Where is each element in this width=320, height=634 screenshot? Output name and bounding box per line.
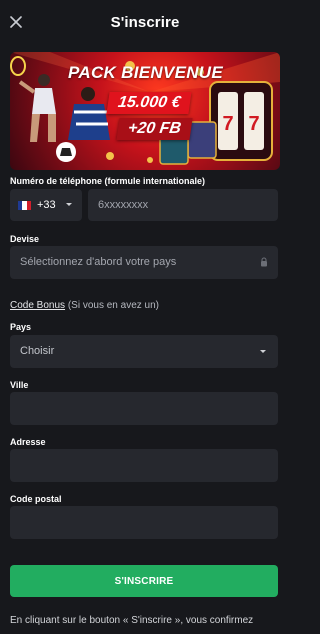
city-label: Ville xyxy=(10,380,29,390)
postal-code-input[interactable] xyxy=(10,506,278,539)
bonus-code-link[interactable]: Code Bonus xyxy=(10,300,65,311)
currency-label: Devise xyxy=(10,234,40,244)
france-flag-icon xyxy=(18,200,31,210)
banner-amount: 15.000 € xyxy=(106,92,192,114)
svg-text:7: 7 xyxy=(222,113,233,135)
terms-text: En cliquant sur le bouton « S'inscrire »… xyxy=(10,615,254,626)
chevron-down-icon xyxy=(66,203,72,206)
postal-code-label: Code postal xyxy=(10,494,62,504)
lock-icon xyxy=(261,257,267,267)
country-label: Pays xyxy=(10,322,32,332)
address-label: Adresse xyxy=(10,437,46,447)
register-button[interactable]: S'INSCRIRE xyxy=(10,565,278,597)
phone-input[interactable]: 6xxxxxxxx xyxy=(88,189,278,221)
bonus-code-note: (Si vous en avez un) xyxy=(67,300,159,311)
address-input[interactable] xyxy=(10,449,278,482)
page-title: S'inscrire xyxy=(110,13,180,31)
country-select[interactable]: Choisir xyxy=(10,335,278,368)
header: S'inscrire xyxy=(0,0,290,44)
country-code-select[interactable]: +33 xyxy=(10,189,82,221)
close-icon[interactable] xyxy=(6,11,26,33)
banner-free-bets: +20 FB xyxy=(116,118,193,140)
phone-placeholder: 6xxxxxxxx xyxy=(98,199,149,211)
banner-title: PACK BIENVENUE xyxy=(68,63,224,82)
svg-text:7: 7 xyxy=(248,113,259,135)
promo-banner[interactable]: 7 7 PACK BIENVENUE 15.000 € +20 FB xyxy=(10,52,280,170)
city-input[interactable] xyxy=(10,392,278,425)
chevron-down-icon xyxy=(260,350,266,353)
country-code-value: +33 xyxy=(37,199,56,211)
currency-select[interactable]: Sélectionnez d'abord votre pays xyxy=(10,246,278,279)
bonus-code-row: Code Bonus (Si vous en avez un) xyxy=(10,300,159,311)
country-select-value: Choisir xyxy=(20,345,55,357)
phone-label: Numéro de téléphone (formule internation… xyxy=(10,176,206,186)
currency-placeholder: Sélectionnez d'abord votre pays xyxy=(20,256,177,268)
